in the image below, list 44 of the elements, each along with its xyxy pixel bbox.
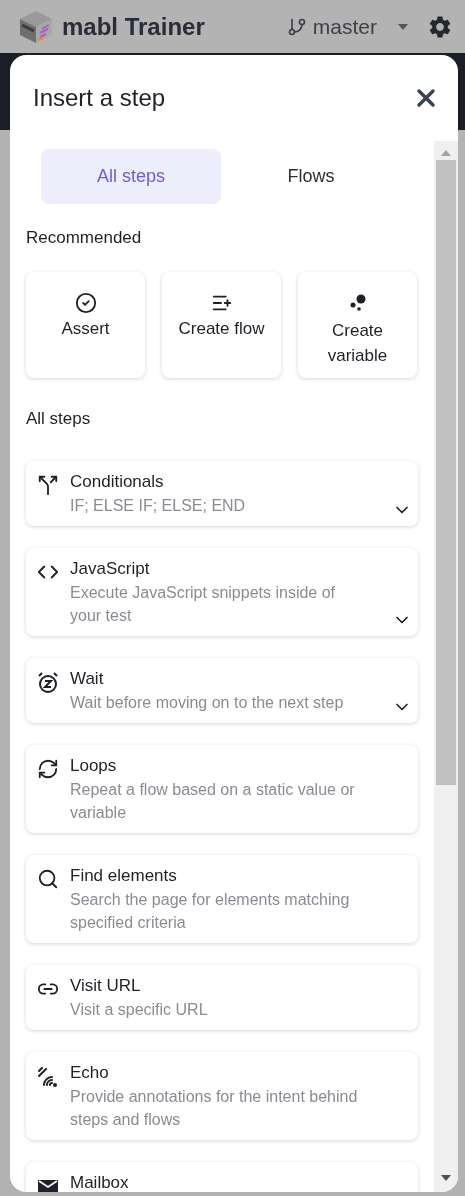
- scrollbar-thumb[interactable]: [436, 160, 456, 785]
- step-card[interactable]: Echo Provide annotations for the intent behind steps and flows: [26, 1052, 418, 1140]
- section-heading: Recommended: [26, 228, 143, 248]
- tab[interactable]: Flows: [221, 149, 401, 204]
- dialog-title: Insert a step: [33, 84, 166, 112]
- branch-icon: [286, 16, 307, 37]
- step-description: IF; ELSE IF; ELSE; END: [70, 496, 246, 516]
- recommended-step-button[interactable]: Create flow: [162, 272, 281, 378]
- refresh-icon: [37, 758, 59, 780]
- step-title: JavaScript: [70, 558, 151, 580]
- split-arrows-icon: [37, 474, 59, 496]
- step-card[interactable]: Loops Repeat a flow based on a static value or variable: [26, 745, 418, 833]
- step-description: Execute JavaScript snippets inside of your test: [70, 583, 337, 626]
- alarm-clock-icon: [36, 671, 60, 695]
- caret-icon[interactable]: [397, 22, 409, 31]
- step-title: Wait: [70, 668, 105, 690]
- signal-waves-icon: [36, 1065, 60, 1089]
- step-title: Echo: [70, 1062, 110, 1084]
- step-description: Search the page for elements matching specified criteria: [70, 890, 351, 933]
- step-description: Visit a specific URL: [70, 1000, 208, 1020]
- step-title: Mailbox: [70, 1172, 129, 1192]
- recommended-step-button[interactable]: Assert: [26, 272, 145, 378]
- check-circle-icon: [74, 292, 97, 314]
- step-description: Wait before moving on to the next step: [70, 693, 344, 713]
- step-card[interactable]: Visit URL Visit a specific URL: [26, 965, 418, 1030]
- search-icon: [37, 868, 59, 890]
- step-title: Conditionals: [70, 471, 165, 493]
- step-card[interactable]: Mailbox: [26, 1162, 418, 1192]
- step-title: Loops: [70, 755, 118, 777]
- section-heading: All steps: [26, 409, 92, 429]
- tab[interactable]: All steps: [41, 149, 221, 204]
- app-title: mabl Trainer: [62, 12, 206, 41]
- branch-name[interactable]: master: [312, 14, 377, 39]
- step-card[interactable]: Conditionals IF; ELSE IF; ELSE; END: [26, 461, 418, 526]
- step-card[interactable]: Find elements Search the page for elements matching specified criteria: [26, 855, 418, 943]
- step-description: Provide annotations for the intent behind steps and flows: [70, 1087, 359, 1130]
- step-title: Visit URL: [70, 975, 142, 997]
- step-description: Repeat a flow based on a static value or variable: [70, 780, 356, 823]
- recommended-step-button[interactable]: Create variable: [298, 272, 417, 378]
- scroll-down-icon[interactable]: [440, 1174, 452, 1182]
- step-card[interactable]: Wait Wait before moving on to the next step: [26, 658, 418, 723]
- step-card[interactable]: JavaScript Execute JavaScript snippets inside of your test: [26, 548, 418, 636]
- step-title: Find elements: [70, 865, 178, 887]
- scrollbar[interactable]: [434, 141, 458, 1192]
